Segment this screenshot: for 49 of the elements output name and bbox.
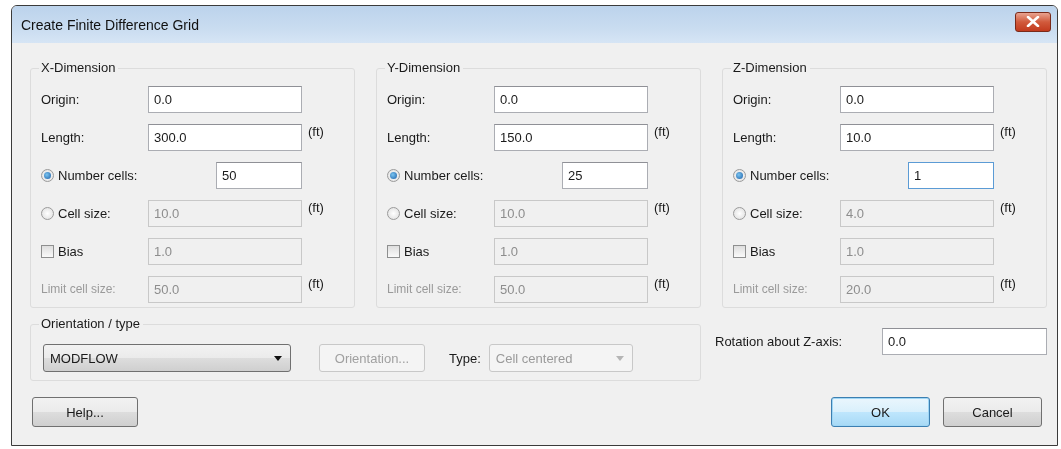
- radio-button[interactable]: [733, 168, 746, 182]
- dialog-button[interactable]: OK: [831, 397, 930, 427]
- field-label: Length:: [41, 129, 86, 145]
- radio-label[interactable]: Number cells:: [404, 167, 484, 183]
- field-label: Limit cell size:: [733, 282, 809, 296]
- input-field[interactable]: 1: [908, 161, 994, 189]
- field-label: Rotation about Z-axis:: [715, 333, 844, 349]
- input-field[interactable]: 10.0: [840, 123, 994, 151]
- unit-label: (ft): [999, 275, 1017, 291]
- caret-icon: [615, 355, 624, 361]
- group-title: Orientation / type: [39, 316, 143, 331]
- field-label: Length:: [733, 129, 778, 145]
- unit-label: (ft): [653, 275, 671, 291]
- field-label: Origin:: [387, 91, 427, 107]
- input-field[interactable]: 25: [562, 161, 648, 189]
- unit-label: (ft): [999, 123, 1017, 139]
- field-label: Limit cell size:: [41, 282, 117, 296]
- radio-label[interactable]: Number cells:: [58, 167, 138, 183]
- unit-label: (ft): [999, 199, 1017, 215]
- unit-label: (ft): [653, 123, 671, 139]
- input-field[interactable]: 0.0: [148, 85, 302, 113]
- unit-label: (ft): [307, 123, 325, 139]
- radio-button[interactable]: [41, 168, 54, 182]
- input-field[interactable]: 150.0: [494, 123, 648, 151]
- input-field[interactable]: 300.0: [148, 123, 302, 151]
- input-field[interactable]: 50: [216, 161, 302, 189]
- radio-button[interactable]: [387, 168, 400, 182]
- group-title: Y-Dimension: [385, 60, 464, 75]
- radio-label[interactable]: Number cells:: [750, 167, 830, 183]
- dialog-button[interactable]: Cancel: [943, 397, 1042, 427]
- field-label: Length:: [387, 129, 432, 145]
- input-field[interactable]: 0.0: [494, 85, 648, 113]
- field-label: Limit cell size:: [387, 282, 463, 296]
- input-field[interactable]: 0.0: [840, 85, 994, 113]
- field-label: Type:: [449, 350, 481, 366]
- dropdown[interactable]: MODFLOW: [43, 344, 291, 372]
- unit-label: (ft): [653, 199, 671, 215]
- unit-label: (ft): [307, 199, 325, 215]
- group-title: Z-Dimension: [731, 60, 810, 75]
- group-title: X-Dimension: [39, 60, 119, 75]
- window-title: Create Finite Difference Grid: [21, 16, 199, 33]
- caret-icon: [274, 355, 282, 361]
- field-label: Origin:: [41, 91, 81, 107]
- close-button[interactable]: [1015, 11, 1051, 32]
- field-label: Origin:: [733, 91, 773, 107]
- dialog-button[interactable]: Help...: [32, 397, 138, 427]
- close-icon: [1026, 16, 1040, 27]
- input-field[interactable]: 0.0: [882, 327, 1047, 355]
- unit-label: (ft): [307, 275, 325, 291]
